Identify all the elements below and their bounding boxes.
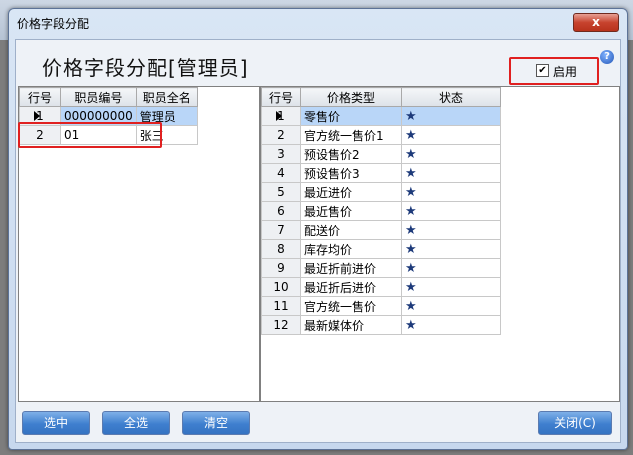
price-row[interactable]: 7 配送价 ★ xyxy=(261,220,501,240)
star-icon: ★ xyxy=(405,298,417,314)
status-cell[interactable]: ★ xyxy=(401,239,501,259)
price-row[interactable]: 11 官方统一售价 ★ xyxy=(261,296,501,316)
row-number: 7 xyxy=(261,220,301,240)
price-row[interactable]: 8 库存均价 ★ xyxy=(261,239,501,259)
row-number-text: 6 xyxy=(277,204,285,218)
price-row[interactable]: 9 最近折前进价 ★ xyxy=(261,258,501,278)
select-button[interactable]: 选中 xyxy=(22,411,90,435)
status-cell[interactable]: ★ xyxy=(401,201,501,221)
column-header-row-no[interactable]: 行号 xyxy=(19,87,61,107)
star-icon: ★ xyxy=(405,127,417,143)
highlight-box-employee-row xyxy=(18,122,162,148)
status-cell[interactable]: ★ xyxy=(401,277,501,297)
price-type[interactable]: 最近售价 xyxy=(300,201,402,221)
current-row-pointer-icon xyxy=(34,111,40,121)
star-icon: ★ xyxy=(405,184,417,200)
help-icon[interactable]: ? xyxy=(600,50,614,64)
title-bar: 价格字段分配 x xyxy=(9,9,627,35)
star-icon: ★ xyxy=(405,241,417,257)
row-number-text: 12 xyxy=(273,318,289,332)
star-icon: ★ xyxy=(405,203,417,219)
column-header-price-type[interactable]: 价格类型 xyxy=(300,87,402,107)
price-row[interactable]: 2 官方统一售价1 ★ xyxy=(261,125,501,145)
close-window-button[interactable]: x xyxy=(573,13,619,32)
star-icon: ★ xyxy=(405,317,417,333)
employee-header-row: 行号 职员编号 职员全名 xyxy=(19,87,198,107)
row-number: 10 xyxy=(261,277,301,297)
column-header-status[interactable]: 状态 xyxy=(401,87,501,107)
status-cell[interactable]: ★ xyxy=(401,144,501,164)
price-header-row: 行号 价格类型 状态 xyxy=(261,87,501,107)
row-number: 4 xyxy=(261,163,301,183)
row-number: 6 xyxy=(261,201,301,221)
price-type-table: 行号 价格类型 状态 1 零售价 ★ 2 官方统一售价1 ★ 3 预设售价2 ★ 4 预设售价3 ★ 5… xyxy=(261,87,501,335)
price-field-allocation-dialog: 价格字段分配 x 价格字段分配[管理员] ? ✔ 启用 行号 职员编号 职员全名… xyxy=(8,8,628,450)
price-row[interactable]: 1 零售价 ★ xyxy=(261,106,501,126)
dialog-body: 价格字段分配[管理员] ? ✔ 启用 行号 职员编号 职员全名 1 000000… xyxy=(15,39,621,443)
star-icon: ★ xyxy=(405,222,417,238)
price-row[interactable]: 10 最近折后进价 ★ xyxy=(261,277,501,297)
status-cell[interactable]: ★ xyxy=(401,258,501,278)
status-cell[interactable]: ★ xyxy=(401,106,501,126)
row-number-text: 4 xyxy=(277,166,285,180)
page-title: 价格字段分配[管理员] xyxy=(42,56,249,80)
star-icon: ★ xyxy=(405,260,417,276)
row-number: 12 xyxy=(261,315,301,335)
price-type[interactable]: 预设售价3 xyxy=(300,163,402,183)
row-number: 2 xyxy=(261,125,301,145)
close-button[interactable]: 关闭(C) xyxy=(538,411,612,435)
column-header-employee-name[interactable]: 职员全名 xyxy=(135,87,198,107)
row-number-text: 8 xyxy=(277,242,285,256)
price-row[interactable]: 12 最新媒体价 ★ xyxy=(261,315,501,335)
price-type[interactable]: 预设售价2 xyxy=(300,144,402,164)
star-icon: ★ xyxy=(405,279,417,295)
row-number: 9 xyxy=(261,258,301,278)
status-cell[interactable]: ★ xyxy=(401,163,501,183)
price-row[interactable]: 6 最近售价 ★ xyxy=(261,201,501,221)
row-number-text: 11 xyxy=(273,299,289,313)
price-row[interactable]: 3 预设售价2 ★ xyxy=(261,144,501,164)
clear-button[interactable]: 清空 xyxy=(182,411,250,435)
price-type[interactable]: 零售价 xyxy=(300,106,402,126)
status-cell[interactable]: ★ xyxy=(401,296,501,316)
checkbox-mark[interactable]: ✔ xyxy=(536,64,549,77)
status-cell[interactable]: ★ xyxy=(401,182,501,202)
current-row-pointer-icon xyxy=(276,111,282,121)
price-type[interactable]: 官方统一售价 xyxy=(300,296,402,316)
status-cell[interactable]: ★ xyxy=(401,315,501,335)
price-type[interactable]: 库存均价 xyxy=(300,239,402,259)
row-number: 11 xyxy=(261,296,301,316)
enable-label: 启用 xyxy=(553,65,578,79)
row-number-text: 10 xyxy=(273,280,289,294)
price-type[interactable]: 最新媒体价 xyxy=(300,315,402,335)
price-row[interactable]: 5 最近进价 ★ xyxy=(261,182,501,202)
price-type-grid[interactable]: 行号 价格类型 状态 1 零售价 ★ 2 官方统一售价1 ★ 3 预设售价2 ★ 4 预设售价3 ★ 5… xyxy=(260,86,620,402)
status-cell[interactable]: ★ xyxy=(401,220,501,240)
row-number: 1 xyxy=(261,106,301,126)
row-number: 5 xyxy=(261,182,301,202)
price-type[interactable]: 最近折后进价 xyxy=(300,277,402,297)
row-number-text: 7 xyxy=(277,223,285,237)
row-number-text: 5 xyxy=(277,185,285,199)
row-number-text: 9 xyxy=(277,261,285,275)
price-type[interactable]: 最近折前进价 xyxy=(300,258,402,278)
price-type[interactable]: 官方统一售价1 xyxy=(300,125,402,145)
row-number: 3 xyxy=(261,144,301,164)
star-icon: ★ xyxy=(405,146,417,162)
column-header-employee-code[interactable]: 职员编号 xyxy=(60,87,137,107)
select-all-button[interactable]: 全选 xyxy=(102,411,170,435)
row-number-text: 3 xyxy=(277,147,285,161)
status-cell[interactable]: ★ xyxy=(401,125,501,145)
row-number: 8 xyxy=(261,239,301,259)
window-title: 价格字段分配 xyxy=(17,17,90,31)
price-row[interactable]: 4 预设售价3 ★ xyxy=(261,163,501,183)
row-number-text: 2 xyxy=(277,128,285,142)
price-type[interactable]: 最近进价 xyxy=(300,182,402,202)
column-header-row-no[interactable]: 行号 xyxy=(261,87,301,107)
star-icon: ★ xyxy=(405,108,417,124)
enable-checkbox[interactable]: ✔ 启用 xyxy=(536,64,602,79)
button-bar: 选中 全选 清空 关闭(C) xyxy=(16,404,620,442)
star-icon: ★ xyxy=(405,165,417,181)
price-type[interactable]: 配送价 xyxy=(300,220,402,240)
